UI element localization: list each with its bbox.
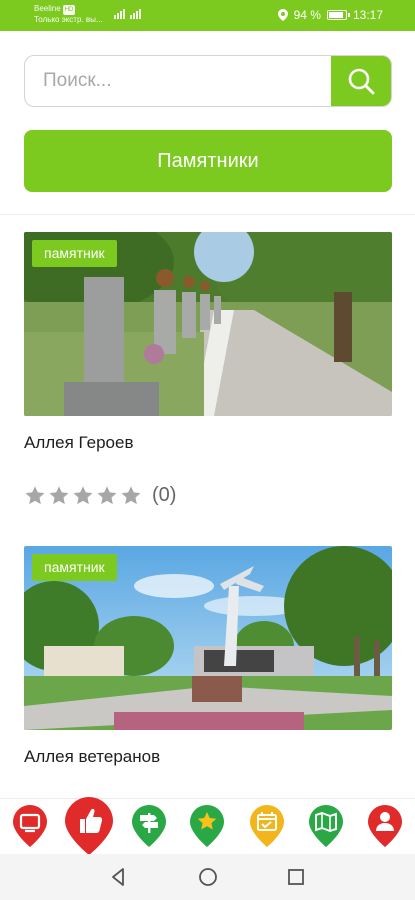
home-button[interactable] <box>196 865 220 889</box>
star-icon <box>49 485 69 504</box>
clock: 13:17 <box>352 8 383 22</box>
signal-icon <box>114 9 141 19</box>
recents-icon <box>288 869 304 885</box>
carrier-info: Beeline HD Только экстр. вы... <box>34 4 103 25</box>
search-input[interactable] <box>25 56 333 106</box>
nav-recommended[interactable] <box>63 795 115 857</box>
signpost-icon <box>132 805 166 847</box>
category-tag: памятник <box>32 554 117 581</box>
star-icon <box>97 485 117 504</box>
battery-icon <box>326 10 350 20</box>
nav-routes[interactable] <box>130 803 168 849</box>
recents-button[interactable] <box>284 865 308 889</box>
status-bar: Beeline HD Только экстр. вы... 94 % 13:17 <box>0 0 415 31</box>
search-icon <box>348 68 375 95</box>
star-icon <box>73 485 93 504</box>
carrier-status: Только экстр. вы... <box>34 15 103 24</box>
back-icon <box>112 868 124 886</box>
category-tag: памятник <box>32 240 117 267</box>
back-button[interactable] <box>107 865 131 889</box>
nav-tv[interactable] <box>11 803 49 849</box>
home-icon <box>199 868 217 886</box>
hd-badge: HD <box>62 5 76 15</box>
rating: (0) <box>24 484 392 507</box>
place-title: Аллея Героев <box>24 433 134 452</box>
place-card[interactable]: памятник Аллея ветеранов <box>24 546 392 767</box>
place-card[interactable]: памятник Аллея Героев (0) <box>24 232 392 507</box>
nav-map[interactable] <box>307 803 345 849</box>
category-label: Памятники <box>157 149 259 172</box>
place-photo: памятник <box>24 546 392 730</box>
calendar-icon <box>250 805 284 847</box>
divider <box>0 214 415 215</box>
category-button[interactable]: Памятники <box>24 130 392 192</box>
nav-favorites[interactable] <box>188 803 226 849</box>
map-icon <box>309 805 343 847</box>
star-icon <box>121 485 141 504</box>
nav-profile[interactable] <box>366 803 404 849</box>
battery-percent: 94 % <box>293 8 321 22</box>
search-button[interactable] <box>331 56 391 106</box>
place-title: Аллея ветеранов <box>24 747 161 766</box>
person-icon <box>368 805 402 847</box>
thumbs-up-icon <box>65 797 113 855</box>
search-bar <box>24 55 392 107</box>
system-navigation <box>0 854 415 900</box>
place-photo: памятник <box>24 232 392 416</box>
nav-events[interactable] <box>248 803 286 849</box>
star-icon <box>190 805 224 847</box>
tv-icon <box>13 805 47 847</box>
rating-count: (0) <box>152 484 177 506</box>
bottom-nav <box>0 795 415 857</box>
star-icon <box>25 485 45 504</box>
location-icon <box>277 9 288 21</box>
carrier-name: Beeline <box>34 4 61 13</box>
